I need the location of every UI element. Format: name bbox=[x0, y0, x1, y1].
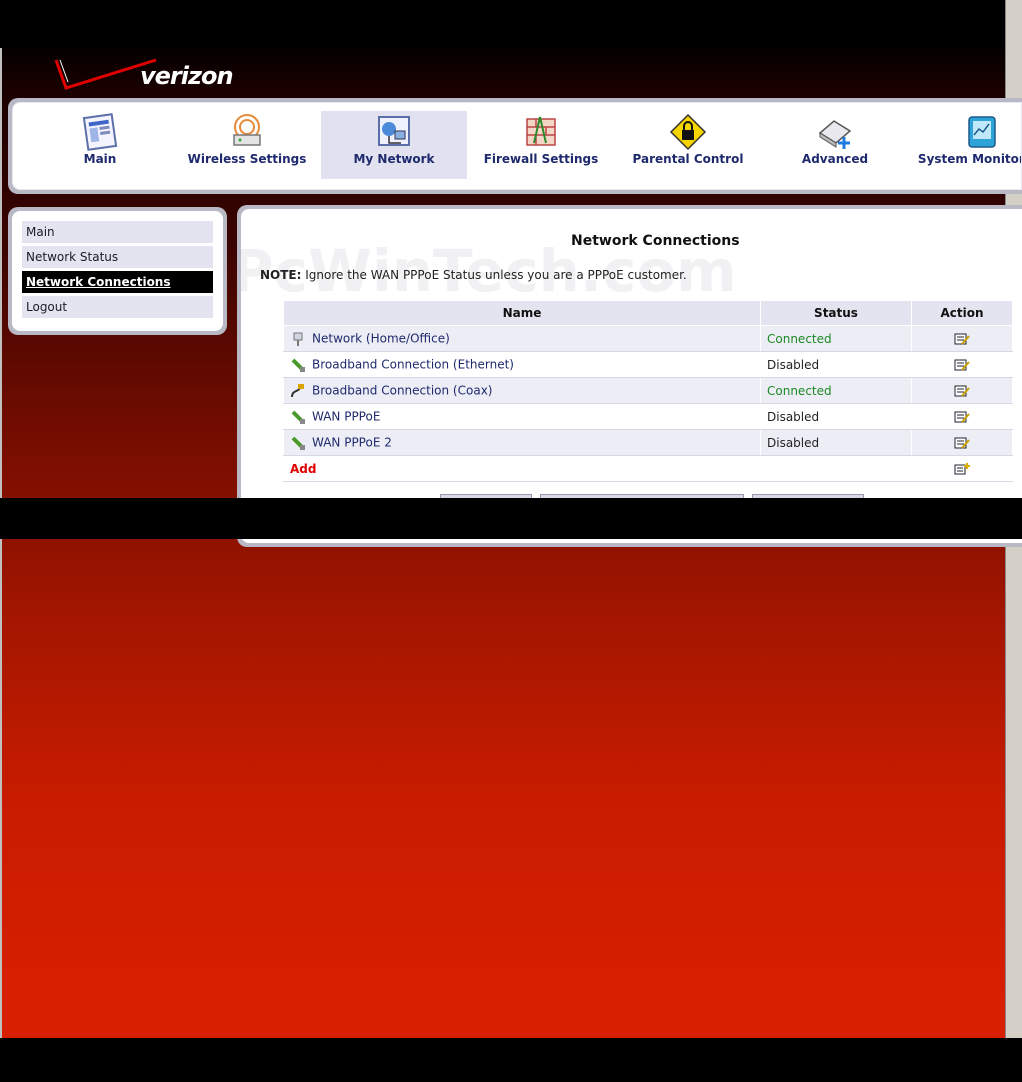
sidebar-item-network-connections[interactable]: Network Connections bbox=[22, 271, 213, 293]
nav-parental-label: Parental Control bbox=[632, 152, 744, 166]
edit-icon[interactable] bbox=[954, 384, 970, 398]
column-header-action: Action bbox=[911, 300, 1013, 326]
sidebar-item-main[interactable]: Main bbox=[22, 221, 213, 243]
edit-icon[interactable] bbox=[954, 436, 970, 450]
action-cell bbox=[911, 403, 1013, 430]
main-icon bbox=[82, 113, 118, 151]
firewall-icon bbox=[526, 116, 556, 146]
connection-name[interactable]: Network (Home/Office) bbox=[312, 331, 450, 345]
nav-wireless-settings[interactable]: Wireless Settings bbox=[174, 111, 320, 179]
connections-table: Name Status Action Network (Home/Office)… bbox=[283, 300, 1013, 482]
ethernet-cable-icon bbox=[291, 358, 305, 372]
table-row: Broadband Connection (Coax) Connected bbox=[283, 377, 1013, 404]
connection-status: Disabled bbox=[760, 351, 912, 378]
nav-advanced-label: Advanced bbox=[801, 152, 869, 166]
lan-plug-icon bbox=[293, 332, 303, 346]
advanced-icon bbox=[818, 120, 852, 149]
table-row: Network (Home/Office) Connected bbox=[283, 325, 1013, 352]
action-cell bbox=[911, 325, 1013, 352]
column-header-status: Status bbox=[760, 300, 912, 326]
add-cell: Add bbox=[283, 455, 761, 482]
empty-status-cell bbox=[760, 455, 912, 482]
table-row: WAN PPPoE 2 Disabled bbox=[283, 429, 1013, 456]
connection-name[interactable]: WAN PPPoE bbox=[312, 409, 380, 423]
nav-wireless-label: Wireless Settings bbox=[187, 152, 307, 166]
edit-icon[interactable] bbox=[954, 358, 970, 372]
edit-icon[interactable] bbox=[954, 410, 970, 424]
action-cell bbox=[911, 429, 1013, 456]
sidebar-frame: Main Network Status Network Connections … bbox=[8, 207, 227, 335]
nav-main[interactable]: Main bbox=[27, 111, 173, 179]
main-panel: PcWinTech.com Network Connections NOTE: … bbox=[241, 209, 1022, 543]
sidebar-item-network-status[interactable]: Network Status bbox=[22, 246, 213, 268]
nav-my-network-label: My Network bbox=[353, 152, 435, 166]
connection-name-cell[interactable]: Broadband Connection (Ethernet) bbox=[283, 351, 761, 378]
redacted-band bbox=[0, 498, 1022, 539]
table-row: Broadband Connection (Ethernet) Disabled bbox=[283, 351, 1013, 378]
verizon-logo: verizon bbox=[52, 54, 252, 98]
network-icon bbox=[378, 116, 410, 146]
edit-icon[interactable] bbox=[954, 332, 970, 346]
connection-status: Connected bbox=[760, 325, 912, 352]
sidebar: Main Network Status Network Connections … bbox=[12, 211, 223, 331]
ethernet-cable-icon bbox=[291, 436, 305, 450]
connection-name[interactable]: WAN PPPoE 2 bbox=[312, 435, 392, 449]
coax-cable-icon bbox=[291, 383, 304, 397]
column-header-name: Name bbox=[283, 300, 761, 326]
connection-name-cell[interactable]: Network (Home/Office) bbox=[283, 325, 761, 352]
sidebar-item-logout[interactable]: Logout bbox=[22, 296, 213, 318]
action-cell bbox=[911, 377, 1013, 404]
table-row-add: Add bbox=[283, 455, 1013, 482]
nav-system-monitoring[interactable]: System Monitoring bbox=[909, 111, 1021, 179]
logo-text: verizon bbox=[140, 62, 234, 90]
add-connection-link[interactable]: Add bbox=[290, 462, 316, 476]
nav-main-label: Main bbox=[83, 152, 117, 166]
connection-name[interactable]: Broadband Connection (Coax) bbox=[312, 383, 492, 397]
redacted-band bbox=[0, 0, 1006, 48]
redacted-band bbox=[0, 1038, 1022, 1082]
nav-firewall-label: Firewall Settings bbox=[483, 152, 599, 166]
pppoe-note: NOTE: Ignore the WAN PPPoE Status unless… bbox=[260, 268, 687, 282]
connection-name-cell[interactable]: WAN PPPoE bbox=[283, 403, 761, 430]
connection-status: Connected bbox=[760, 377, 912, 404]
connection-name-cell[interactable]: WAN PPPoE 2 bbox=[283, 429, 761, 456]
note-text: Ignore the WAN PPPoE Status unless you a… bbox=[301, 268, 687, 282]
wireless-icon bbox=[233, 114, 261, 146]
monitor-icon bbox=[968, 116, 996, 148]
table-row: WAN PPPoE Disabled bbox=[283, 403, 1013, 430]
action-cell bbox=[911, 455, 1013, 482]
page-title: Network Connections bbox=[571, 233, 740, 249]
nav-my-network[interactable]: My Network bbox=[321, 111, 467, 179]
nav-advanced[interactable]: Advanced bbox=[762, 111, 908, 179]
connection-status: Disabled bbox=[760, 429, 912, 456]
note-label: NOTE: bbox=[260, 268, 302, 282]
window-frame bbox=[0, 0, 2, 1082]
top-nav-frame: Main Wireless Settings My Network Firewa… bbox=[8, 98, 1022, 194]
add-new-icon[interactable] bbox=[954, 462, 970, 476]
nav-firewall-settings[interactable]: Firewall Settings bbox=[468, 111, 614, 179]
connection-name-cell[interactable]: Broadband Connection (Coax) bbox=[283, 377, 761, 404]
top-nav: Main Wireless Settings My Network Firewa… bbox=[12, 102, 1022, 190]
action-cell bbox=[911, 351, 1013, 378]
connection-status: Disabled bbox=[760, 403, 912, 430]
nav-monitoring-label: System Monitoring bbox=[917, 152, 1021, 166]
connection-name[interactable]: Broadband Connection (Ethernet) bbox=[312, 357, 514, 371]
parental-lock-icon bbox=[669, 113, 707, 151]
ethernet-cable-icon bbox=[291, 410, 305, 424]
nav-parental-control[interactable]: Parental Control bbox=[615, 111, 761, 179]
